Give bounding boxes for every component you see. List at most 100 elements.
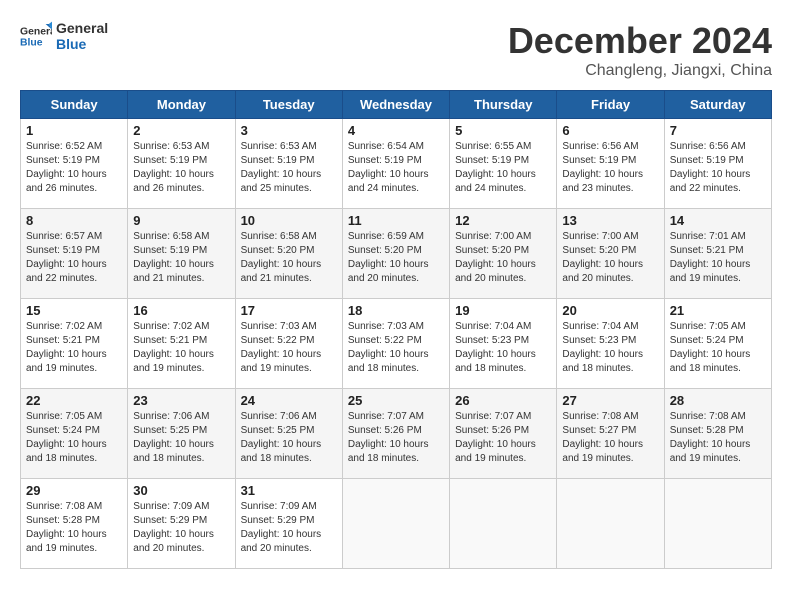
- table-row: 12Sunrise: 7:00 AMSunset: 5:20 PMDayligh…: [450, 209, 557, 299]
- day-info: Sunrise: 7:03 AMSunset: 5:22 PMDaylight:…: [348, 320, 444, 376]
- day-info: Sunrise: 7:08 AMSunset: 5:28 PMDaylight:…: [26, 500, 122, 556]
- day-info: Sunrise: 7:03 AMSunset: 5:22 PMDaylight:…: [241, 320, 337, 376]
- logo-general-text: General: [56, 20, 108, 36]
- day-info: Sunrise: 7:02 AMSunset: 5:21 PMDaylight:…: [26, 320, 122, 376]
- table-row: 18 Sunrise: 7:03 AMSunset: 5:22 PMDayligh…: [342, 299, 449, 389]
- day-info: Sunrise: 6:59 AMSunset: 5:20 PMDaylight:…: [348, 230, 444, 286]
- table-row: 29 Sunrise: 7:08 AMSunset: 5:28 PMDayligh…: [21, 479, 128, 569]
- logo: General Blue General Blue: [20, 20, 108, 52]
- table-row: 10 Sunrise: 6:58 AMSunset: 5:20 PMDayligh…: [235, 209, 342, 299]
- day-number: 4: [348, 123, 444, 138]
- day-info: Sunrise: 7:05 AMSunset: 5:24 PMDaylight:…: [26, 410, 122, 466]
- table-row: 7Sunrise: 6:56 AMSunset: 5:19 PMDaylight…: [664, 119, 771, 209]
- day-number: 29: [26, 483, 122, 498]
- col-tuesday: Tuesday: [235, 91, 342, 119]
- day-number: 28: [670, 393, 766, 408]
- table-row: 8Sunrise: 6:57 AMSunset: 5:19 PMDaylight…: [21, 209, 128, 299]
- col-sunday: Sunday: [21, 91, 128, 119]
- day-number: 1: [26, 123, 122, 138]
- svg-text:Blue: Blue: [20, 38, 43, 49]
- day-info: Sunrise: 6:53 AMSunset: 5:19 PMDaylight:…: [241, 140, 337, 196]
- day-number: 21: [670, 303, 766, 318]
- table-row: 28 Sunrise: 7:08 AMSunset: 5:28 PMDayligh…: [664, 389, 771, 479]
- day-info: Sunrise: 7:06 AMSunset: 5:25 PMDaylight:…: [241, 410, 337, 466]
- table-row: 5 Sunrise: 6:55 AMSunset: 5:19 PMDaylight…: [450, 119, 557, 209]
- day-number: 5: [455, 123, 551, 138]
- table-row: [557, 479, 664, 569]
- logo-icon: General Blue: [20, 20, 52, 52]
- table-row: 13 Sunrise: 7:00 AMSunset: 5:20 PMDayligh…: [557, 209, 664, 299]
- col-wednesday: Wednesday: [342, 91, 449, 119]
- day-number: 18: [348, 303, 444, 318]
- table-row: 2 Sunrise: 6:53 AMSunset: 5:19 PMDaylight…: [128, 119, 235, 209]
- day-number: 12: [455, 213, 551, 228]
- table-row: 16Sunrise: 7:02 AMSunset: 5:21 PMDayligh…: [128, 299, 235, 389]
- day-info: Sunrise: 7:08 AMSunset: 5:27 PMDaylight:…: [562, 410, 658, 466]
- logo-blue-text: Blue: [56, 36, 108, 52]
- day-number: 17: [241, 303, 337, 318]
- day-number: 23: [133, 393, 229, 408]
- table-row: 19 Sunrise: 7:04 AMSunset: 5:23 PMDayligh…: [450, 299, 557, 389]
- day-info: Sunrise: 6:56 AMSunset: 5:19 PMDaylight:…: [670, 140, 766, 196]
- table-row: 27 Sunrise: 7:08 AMSunset: 5:27 PMDayligh…: [557, 389, 664, 479]
- day-info: Sunrise: 7:02 AMSunset: 5:21 PMDaylight:…: [133, 320, 229, 376]
- day-number: 14: [670, 213, 766, 228]
- table-row: 15 Sunrise: 7:02 AMSunset: 5:21 PMDayligh…: [21, 299, 128, 389]
- day-info: Sunrise: 7:04 AMSunset: 5:23 PMDaylight:…: [455, 320, 551, 376]
- table-row: 26 Sunrise: 7:07 AMSunset: 5:26 PMDayligh…: [450, 389, 557, 479]
- col-saturday: Saturday: [664, 91, 771, 119]
- day-number: 15: [26, 303, 122, 318]
- day-info: Sunrise: 7:05 AMSunset: 5:24 PMDaylight:…: [670, 320, 766, 376]
- table-row: 17 Sunrise: 7:03 AMSunset: 5:22 PMDayligh…: [235, 299, 342, 389]
- table-row: 14 Sunrise: 7:01 AMSunset: 5:21 PMDayligh…: [664, 209, 771, 299]
- day-number: 10: [241, 213, 337, 228]
- day-info: Sunrise: 7:04 AMSunset: 5:23 PMDaylight:…: [562, 320, 658, 376]
- table-row: 30Sunrise: 7:09 AMSunset: 5:29 PMDayligh…: [128, 479, 235, 569]
- day-info: Sunrise: 7:09 AMSunset: 5:29 PMDaylight:…: [133, 500, 229, 556]
- col-monday: Monday: [128, 91, 235, 119]
- day-info: Sunrise: 6:55 AMSunset: 5:19 PMDaylight:…: [455, 140, 551, 196]
- day-info: Sunrise: 7:07 AMSunset: 5:26 PMDaylight:…: [348, 410, 444, 466]
- table-row: [664, 479, 771, 569]
- calendar-week-4: 22 Sunrise: 7:05 AMSunset: 5:24 PMDayligh…: [21, 389, 772, 479]
- day-info: Sunrise: 7:01 AMSunset: 5:21 PMDaylight:…: [670, 230, 766, 286]
- table-row: 23 Sunrise: 7:06 AMSunset: 5:25 PMDayligh…: [128, 389, 235, 479]
- table-row: 4 Sunrise: 6:54 AMSunset: 5:19 PMDaylight…: [342, 119, 449, 209]
- day-number: 26: [455, 393, 551, 408]
- day-info: Sunrise: 7:07 AMSunset: 5:26 PMDaylight:…: [455, 410, 551, 466]
- col-thursday: Thursday: [450, 91, 557, 119]
- day-number: 20: [562, 303, 658, 318]
- day-number: 6: [562, 123, 658, 138]
- calendar-header-row: Sunday Monday Tuesday Wednesday Thursday…: [21, 91, 772, 119]
- day-info: Sunrise: 7:00 AMSunset: 5:20 PMDaylight:…: [562, 230, 658, 286]
- location: Changleng, Jiangxi, China: [508, 62, 772, 80]
- day-number: 27: [562, 393, 658, 408]
- day-info: Sunrise: 7:08 AMSunset: 5:28 PMDaylight:…: [670, 410, 766, 466]
- calendar-week-1: 1Sunrise: 6:52 AMSunset: 5:19 PMDaylight…: [21, 119, 772, 209]
- day-number: 13: [562, 213, 658, 228]
- day-info: Sunrise: 6:58 AMSunset: 5:20 PMDaylight:…: [241, 230, 337, 286]
- day-number: 19: [455, 303, 551, 318]
- day-number: 31: [241, 483, 337, 498]
- table-row: 6Sunrise: 6:56 AMSunset: 5:19 PMDaylight…: [557, 119, 664, 209]
- day-number: 22: [26, 393, 122, 408]
- day-number: 25: [348, 393, 444, 408]
- day-info: Sunrise: 7:09 AMSunset: 5:29 PMDaylight:…: [241, 500, 337, 556]
- title-block: December 2024 Changleng, Jiangxi, China: [508, 20, 772, 80]
- calendar-table: Sunday Monday Tuesday Wednesday Thursday…: [20, 90, 772, 569]
- calendar-week-2: 8Sunrise: 6:57 AMSunset: 5:19 PMDaylight…: [21, 209, 772, 299]
- month-title: December 2024: [508, 20, 772, 62]
- table-row: 11Sunrise: 6:59 AMSunset: 5:20 PMDayligh…: [342, 209, 449, 299]
- col-friday: Friday: [557, 91, 664, 119]
- table-row: 3Sunrise: 6:53 AMSunset: 5:19 PMDaylight…: [235, 119, 342, 209]
- table-row: [342, 479, 449, 569]
- day-info: Sunrise: 6:53 AMSunset: 5:19 PMDaylight:…: [133, 140, 229, 196]
- table-row: 1Sunrise: 6:52 AMSunset: 5:19 PMDaylight…: [21, 119, 128, 209]
- day-info: Sunrise: 7:06 AMSunset: 5:25 PMDaylight:…: [133, 410, 229, 466]
- page-header: General Blue General Blue December 2024 …: [20, 20, 772, 80]
- table-row: 31 Sunrise: 7:09 AMSunset: 5:29 PMDayligh…: [235, 479, 342, 569]
- day-number: 9: [133, 213, 229, 228]
- table-row: [450, 479, 557, 569]
- day-info: Sunrise: 6:54 AMSunset: 5:19 PMDaylight:…: [348, 140, 444, 196]
- day-number: 2: [133, 123, 229, 138]
